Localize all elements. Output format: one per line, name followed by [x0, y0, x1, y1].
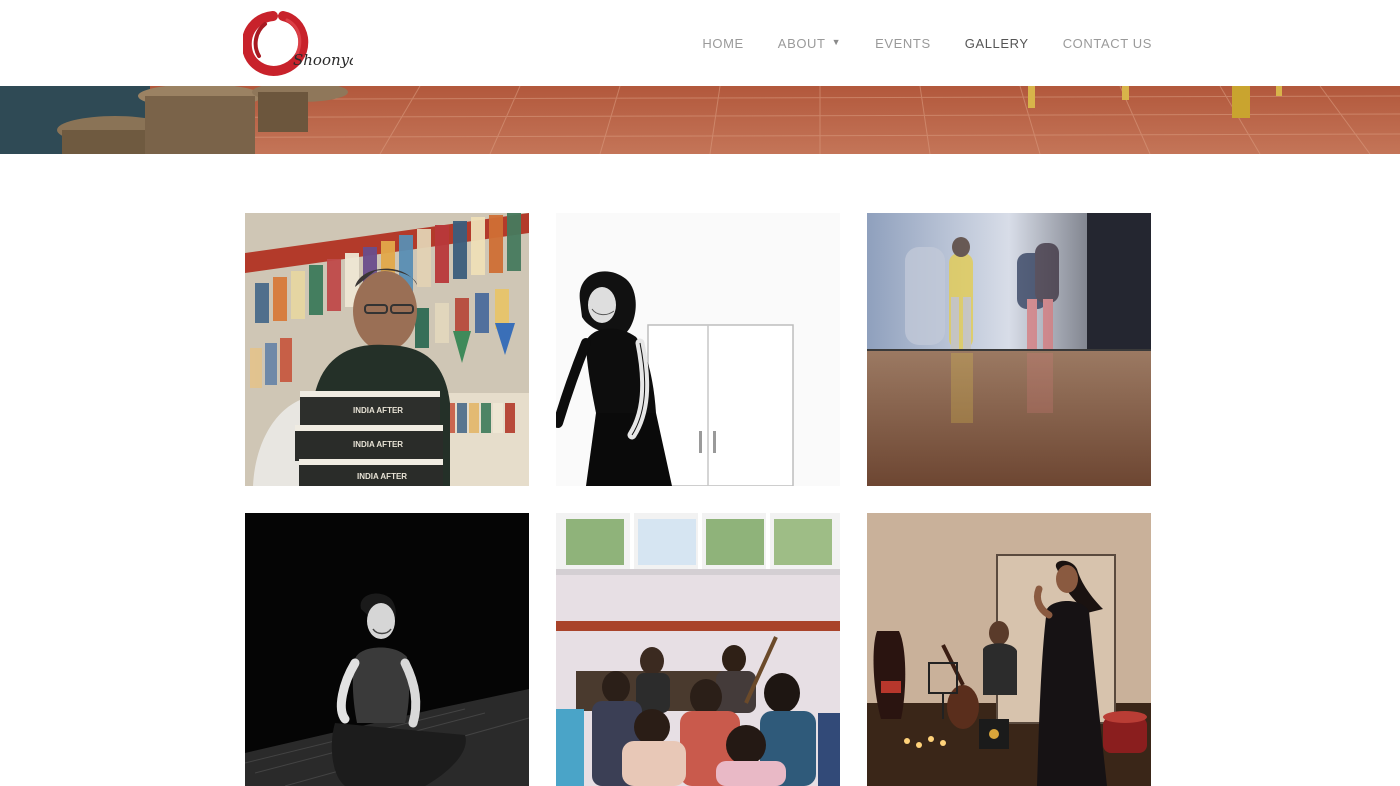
gallery-photo-seated-performer[interactable]: [245, 513, 529, 786]
svg-text:INDIA AFTER: INDIA AFTER: [357, 472, 407, 481]
nav-about[interactable]: ABOUT ▼: [778, 28, 841, 58]
svg-text:INDIA AFTER: INDIA AFTER: [353, 406, 403, 415]
nav-gallery-label: GALLERY: [964, 35, 1029, 51]
nav-contact[interactable]: CONTACT US: [1063, 28, 1152, 58]
gallery-photo-performer-silhouette[interactable]: [556, 213, 840, 486]
site-header: Shoonya HOME ABOUT ▼ EVENTS GALLERY CONT…: [0, 0, 1400, 86]
hero-banner-image: [0, 86, 1400, 154]
gallery-photo-storyteller-with-guitarist[interactable]: [867, 513, 1151, 786]
site-logo[interactable]: Shoonya: [243, 10, 353, 76]
nav-contact-label: CONTACT US: [1062, 35, 1152, 51]
nav-home[interactable]: HOME: [702, 28, 743, 58]
gallery-photo-music-workshop[interactable]: [556, 513, 840, 786]
svg-text:INDIA AFTER: INDIA AFTER: [353, 440, 403, 449]
photo-gallery: INDIA AFTER INDIA AFTER INDIA AFTER: [245, 213, 1151, 786]
main-nav: HOME ABOUT ▼ EVENTS GALLERY CONTACT US: [702, 0, 1152, 86]
nav-about-label: ABOUT: [777, 35, 826, 51]
nav-events-label: EVENTS: [875, 35, 931, 51]
caret-down-icon: ▼: [831, 37, 842, 47]
nav-gallery[interactable]: GALLERY: [965, 28, 1029, 58]
gallery-photo-bookstore-speaker[interactable]: INDIA AFTER INDIA AFTER INDIA AFTER: [245, 213, 529, 486]
logo-wordmark: Shoonya: [293, 51, 353, 69]
gallery-photo-dancers-motion-blur[interactable]: [867, 213, 1151, 486]
nav-events[interactable]: EVENTS: [875, 28, 931, 58]
nav-home-label: HOME: [702, 35, 744, 51]
